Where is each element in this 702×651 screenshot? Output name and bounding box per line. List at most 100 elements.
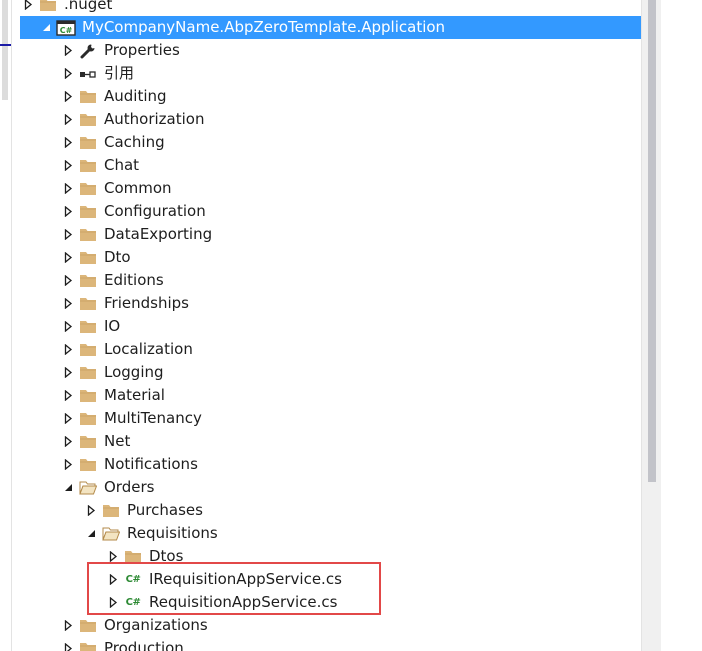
folder-icon <box>78 223 98 246</box>
expand-arrow-icon[interactable] <box>60 384 76 407</box>
tree-item-label: Dto <box>104 248 131 266</box>
folder-icon <box>78 200 98 223</box>
expand-arrow-icon[interactable] <box>60 407 76 430</box>
expand-arrow-icon[interactable] <box>83 499 99 522</box>
left-pane-scrollbar-thumb[interactable] <box>2 0 8 100</box>
tree-item[interactable]: C# IRequisitionAppService.cs <box>13 568 641 591</box>
collapse-arrow-icon[interactable] <box>60 476 76 499</box>
tree-item[interactable]: Editions <box>13 269 641 292</box>
tree-item[interactable]: C# RequisitionAppService.cs <box>13 591 641 614</box>
folder-icon <box>78 154 98 177</box>
tree-item[interactable]: Dtos <box>13 545 641 568</box>
folder-icon <box>78 246 98 269</box>
tree-item-label: MyCompanyName.AbpZeroTemplate.Applicatio… <box>82 18 446 36</box>
expand-arrow-icon[interactable] <box>60 430 76 453</box>
tree-item-label: Logging <box>104 363 164 381</box>
tree-item[interactable]: Organizations <box>13 614 641 637</box>
folder-icon <box>78 430 98 453</box>
tree-item[interactable]: DataExporting <box>13 223 641 246</box>
folder-icon <box>78 384 98 407</box>
tree-item[interactable]: Friendships <box>13 292 641 315</box>
tree-item[interactable]: Localization <box>13 338 641 361</box>
solution-explorer-tree: .nuget C# MyCompanyName.AbpZeroTemplate.Ap… <box>13 0 641 651</box>
expand-arrow-icon[interactable] <box>60 200 76 223</box>
folder-icon <box>78 292 98 315</box>
expand-arrow-icon[interactable] <box>105 545 121 568</box>
tree-item[interactable]: Net <box>13 430 641 453</box>
tree-item-label: Material <box>104 386 165 404</box>
vertical-scrollbar-thumb[interactable] <box>648 0 656 482</box>
expand-arrow-icon[interactable] <box>105 591 121 614</box>
expand-arrow-icon[interactable] <box>60 154 76 177</box>
folder-icon <box>78 338 98 361</box>
expand-arrow-icon[interactable] <box>105 568 121 591</box>
tree-item-label: Common <box>104 179 172 197</box>
tree-item[interactable]: Configuration <box>13 200 641 223</box>
tree-item[interactable]: MultiTenancy <box>13 407 641 430</box>
tree-item[interactable]: Purchases <box>13 499 641 522</box>
tree-item-label: .nuget <box>64 0 113 13</box>
expand-arrow-icon[interactable] <box>60 292 76 315</box>
expand-arrow-icon[interactable] <box>60 361 76 384</box>
expand-arrow-icon[interactable] <box>60 39 76 62</box>
collapse-arrow-icon[interactable] <box>38 16 54 39</box>
tree-item[interactable]: Auditing <box>13 85 641 108</box>
tree-item-label: Requisitions <box>127 524 218 542</box>
tree-item[interactable]: Orders <box>13 476 641 499</box>
tree-item[interactable]: Caching <box>13 131 641 154</box>
tree-item-label: DataExporting <box>104 225 213 243</box>
expand-arrow-icon[interactable] <box>60 131 76 154</box>
tree-item[interactable]: Requisitions <box>13 522 641 545</box>
tree-item[interactable]: Logging <box>13 361 641 384</box>
right-pane <box>661 0 702 651</box>
tree-item[interactable]: Notifications <box>13 453 641 476</box>
expand-arrow-icon[interactable] <box>60 453 76 476</box>
left-pane-marker <box>0 44 11 46</box>
references-icon <box>78 62 98 85</box>
expand-arrow-icon[interactable] <box>60 614 76 637</box>
tree-item-label: Configuration <box>104 202 206 220</box>
expand-arrow-icon[interactable] <box>60 62 76 85</box>
tree-item-label: Caching <box>104 133 165 151</box>
tree-item-label: Authorization <box>104 110 205 128</box>
left-pane-edge <box>0 0 12 651</box>
expand-arrow-icon[interactable] <box>20 0 36 16</box>
expand-arrow-icon[interactable] <box>60 108 76 131</box>
folder-icon <box>101 499 121 522</box>
tree-item[interactable]: Material <box>13 384 641 407</box>
tree-item[interactable]: C# MyCompanyName.AbpZeroTemplate.Applicat… <box>20 16 641 39</box>
expand-arrow-icon[interactable] <box>60 223 76 246</box>
tree-item-label: Friendships <box>104 294 189 312</box>
expand-arrow-icon[interactable] <box>60 338 76 361</box>
csharp-file-icon: C# <box>125 574 141 585</box>
tree-item[interactable]: Authorization <box>13 108 641 131</box>
tree-item[interactable]: .nuget <box>13 0 641 16</box>
svg-text:C#: C# <box>60 26 73 35</box>
expand-arrow-icon[interactable] <box>60 177 76 200</box>
expand-arrow-icon[interactable] <box>60 637 76 651</box>
folder-icon <box>38 0 58 16</box>
tree-item[interactable]: Chat <box>13 154 641 177</box>
expand-arrow-icon[interactable] <box>60 315 76 338</box>
tree-item-label: Notifications <box>104 455 198 473</box>
vertical-scrollbar[interactable] <box>641 0 662 651</box>
tree-item-label: Editions <box>104 271 164 289</box>
folder-icon <box>78 361 98 384</box>
tree-item[interactable]: Production <box>13 637 641 651</box>
tree-item[interactable]: Properties <box>13 39 641 62</box>
tree-item-label: Orders <box>104 478 155 496</box>
tree-item-label: Organizations <box>104 616 208 634</box>
tree-item[interactable]: Dto <box>13 246 641 269</box>
tree-item-label: Purchases <box>127 501 203 519</box>
tree-item[interactable]: IO <box>13 315 641 338</box>
tree-item[interactable]: Common <box>13 177 641 200</box>
collapse-arrow-icon[interactable] <box>83 522 99 545</box>
expand-arrow-icon[interactable] <box>60 85 76 108</box>
expand-arrow-icon[interactable] <box>60 246 76 269</box>
expand-arrow-icon[interactable] <box>60 269 76 292</box>
csharp-project-icon: C# <box>56 16 76 39</box>
folder-icon <box>78 177 98 200</box>
wrench-icon <box>78 39 98 62</box>
tree-item-label: RequisitionAppService.cs <box>149 593 338 611</box>
tree-item[interactable]: 引用 <box>13 62 641 85</box>
